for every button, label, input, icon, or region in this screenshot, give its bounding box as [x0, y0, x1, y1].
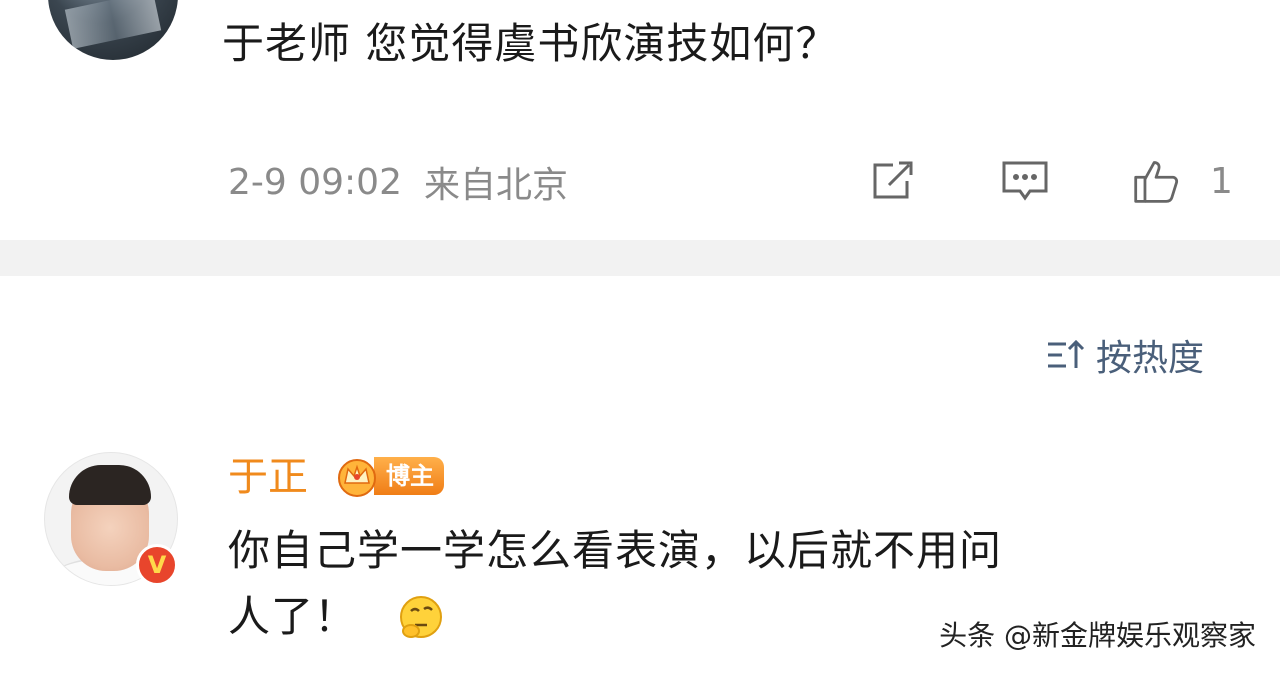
comment-icon[interactable]	[1000, 156, 1050, 206]
post-actions: 1	[868, 154, 1233, 208]
blogger-badge: 博主	[334, 452, 444, 500]
blogger-badge-label: 博主	[374, 457, 444, 495]
post-question-text: 于老师 您觉得虞书欣演技如何？	[222, 19, 839, 68]
user-avatar[interactable]	[48, 0, 178, 60]
reply-line-1: 你自己学一学怎么看表演，以后就不用问	[228, 526, 1003, 575]
weibo-comment-screen: 于老师 您觉得虞书欣演技如何？ 2-9 09:02 来自北京 1 按热度 V 于…	[0, 0, 1280, 674]
post-date: 2-9 09:02	[228, 161, 402, 203]
like-button[interactable]: 1	[1132, 156, 1233, 206]
thinking-emoji-icon	[397, 593, 445, 641]
like-icon[interactable]	[1132, 156, 1182, 206]
post-meta: 2-9 09:02 来自北京	[228, 156, 568, 208]
watermark: 头条 @新金牌娱乐观察家	[939, 619, 1256, 652]
reply-line-2: 人了！	[228, 592, 358, 641]
reply-username[interactable]: 于正	[228, 450, 308, 504]
crown-icon	[334, 453, 380, 499]
verified-badge-icon: V	[136, 544, 178, 586]
sort-icon	[1046, 338, 1086, 372]
section-divider	[0, 240, 1280, 276]
like-count: 1	[1210, 160, 1233, 202]
post-location: 来自北京	[424, 165, 569, 206]
avatar-hair	[69, 465, 151, 505]
sort-label: 按热度	[1096, 338, 1205, 379]
edit-icon[interactable]	[868, 156, 918, 206]
sort-by-hot-button[interactable]: 按热度	[1046, 330, 1204, 380]
